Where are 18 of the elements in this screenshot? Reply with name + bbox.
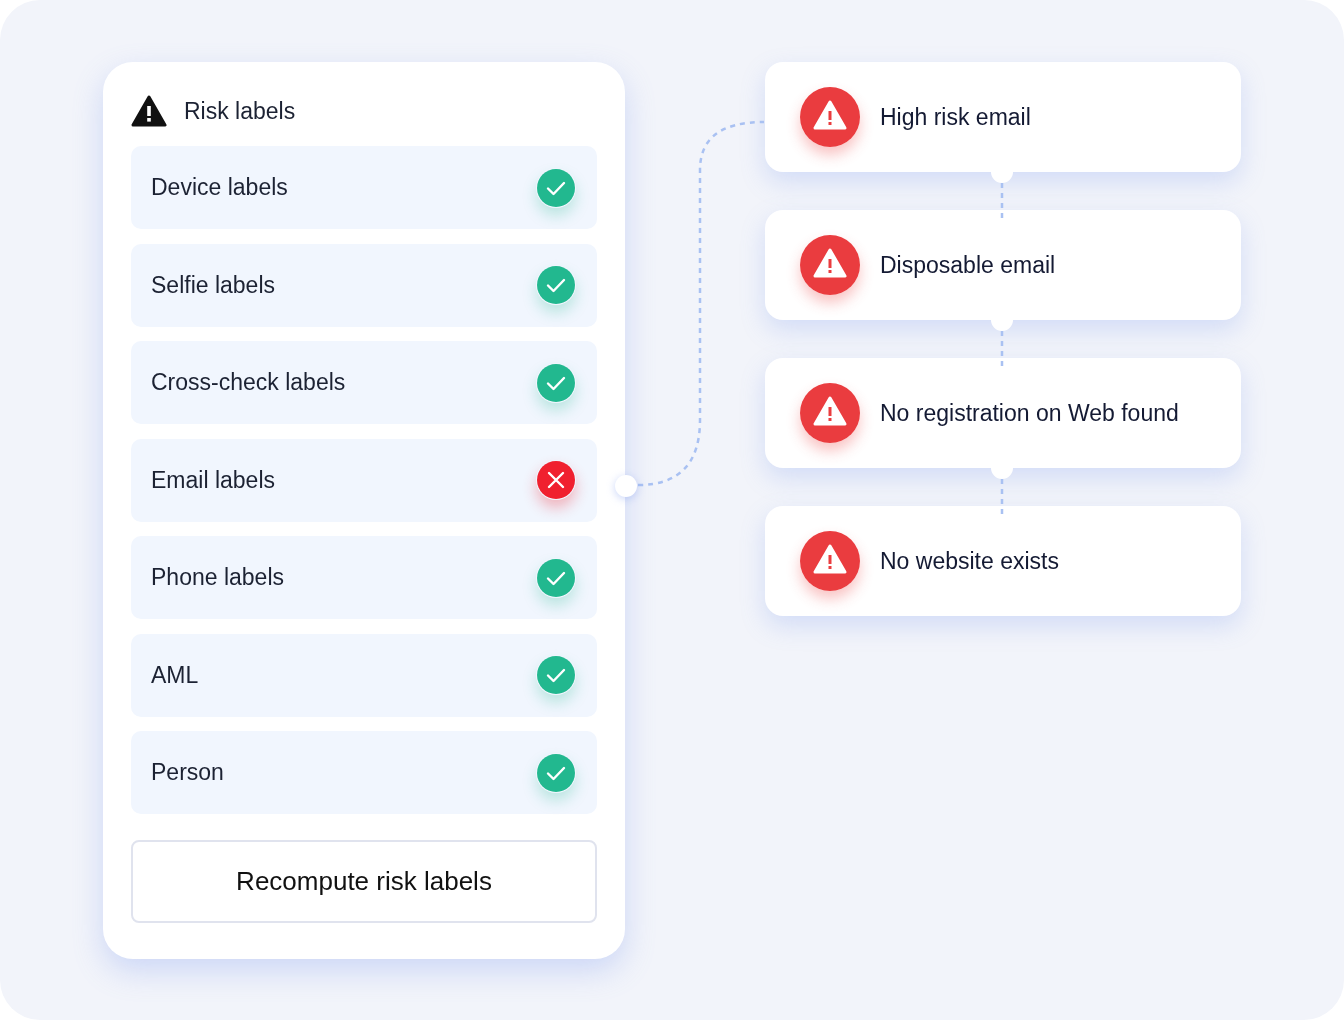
warning-icon [800, 531, 860, 591]
label-text: Selfie labels [151, 271, 276, 299]
label-text: Email labels [151, 466, 275, 494]
label-text: AML [151, 661, 199, 689]
warning-icon [800, 383, 860, 443]
warning-icon [800, 87, 860, 147]
warning-icon [800, 235, 860, 295]
alert-text: Disposable email [880, 251, 1056, 279]
alert-text: High risk email [880, 103, 1031, 131]
warning-icon [131, 95, 167, 127]
alert-text: No website exists [880, 547, 1059, 575]
label-text: Phone labels [151, 564, 284, 591]
label-text: Device labels [151, 174, 288, 201]
alert-text: No registration on Web found [880, 399, 1179, 427]
label-text: Cross-check labels [151, 369, 346, 396]
panel-title: Risk labels [184, 97, 296, 125]
recompute-button[interactable]: Recompute risk labels [131, 840, 597, 923]
label-text: Person [151, 759, 224, 786]
